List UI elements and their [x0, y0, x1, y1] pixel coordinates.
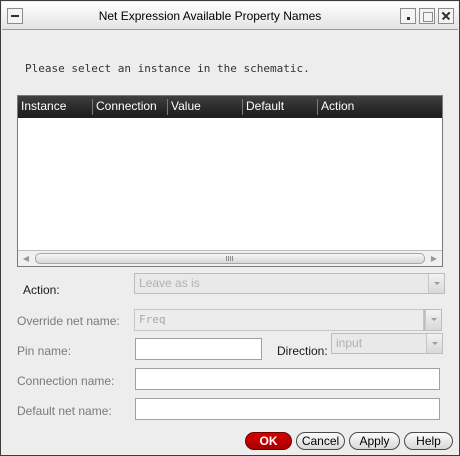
column-header-value[interactable]: Value [168, 99, 243, 115]
help-button[interactable]: Help [404, 432, 453, 450]
title-bar: Net Expression Available Property Names [2, 2, 458, 30]
override-net-name-field[interactable]: Freq [134, 309, 424, 331]
scroll-left-icon[interactable]: ◀ [19, 252, 33, 265]
property-table[interactable]: Instance Connection Value Default Action… [17, 95, 443, 267]
action-combo-value: Leave as is [139, 276, 200, 290]
direction-combo[interactable]: input [331, 333, 443, 354]
direction-label: Direction: [277, 344, 328, 358]
ok-button[interactable]: OK [245, 432, 292, 450]
column-header-connection[interactable]: Connection [93, 99, 168, 115]
pin-name-label: Pin name: [17, 344, 72, 358]
dialog-window: Net Expression Available Property Names … [0, 0, 460, 456]
connection-name-field[interactable] [135, 368, 440, 390]
action-combo[interactable]: Leave as is [134, 273, 445, 294]
action-label: Action: [23, 283, 60, 297]
minimize-icon[interactable] [400, 8, 416, 24]
default-net-name-label: Default net name: [17, 404, 112, 418]
override-net-name-dropdown[interactable] [424, 309, 442, 331]
chevron-down-icon[interactable] [428, 274, 444, 293]
apply-button[interactable]: Apply [349, 432, 400, 450]
scrollbar-thumb[interactable] [35, 253, 425, 264]
column-header-action[interactable]: Action [318, 99, 442, 115]
connection-name-label: Connection name: [17, 374, 115, 388]
window-menu-icon[interactable] [7, 8, 23, 24]
instruction-text: Please select an instance in the schemat… [25, 62, 310, 75]
column-header-default[interactable]: Default [243, 99, 318, 115]
maximize-icon[interactable] [419, 8, 435, 24]
table-header: Instance Connection Value Default Action [18, 96, 442, 118]
horizontal-scrollbar[interactable]: ◀ ▶ [18, 250, 442, 266]
close-icon[interactable] [438, 8, 454, 24]
window-title: Net Expression Available Property Names [98, 9, 322, 23]
scroll-right-icon[interactable]: ▶ [427, 252, 441, 265]
column-header-instance[interactable]: Instance [18, 99, 93, 115]
override-net-name-label: Override net name: [17, 314, 120, 328]
chevron-down-icon[interactable] [425, 310, 441, 330]
grip-icon [226, 256, 234, 261]
chevron-down-icon[interactable] [426, 334, 442, 353]
default-net-name-field[interactable] [135, 398, 440, 420]
direction-combo-value: input [336, 336, 363, 350]
override-net-name-value: Freq [139, 313, 166, 326]
cancel-button[interactable]: Cancel [296, 432, 345, 450]
pin-name-field[interactable] [135, 338, 262, 360]
